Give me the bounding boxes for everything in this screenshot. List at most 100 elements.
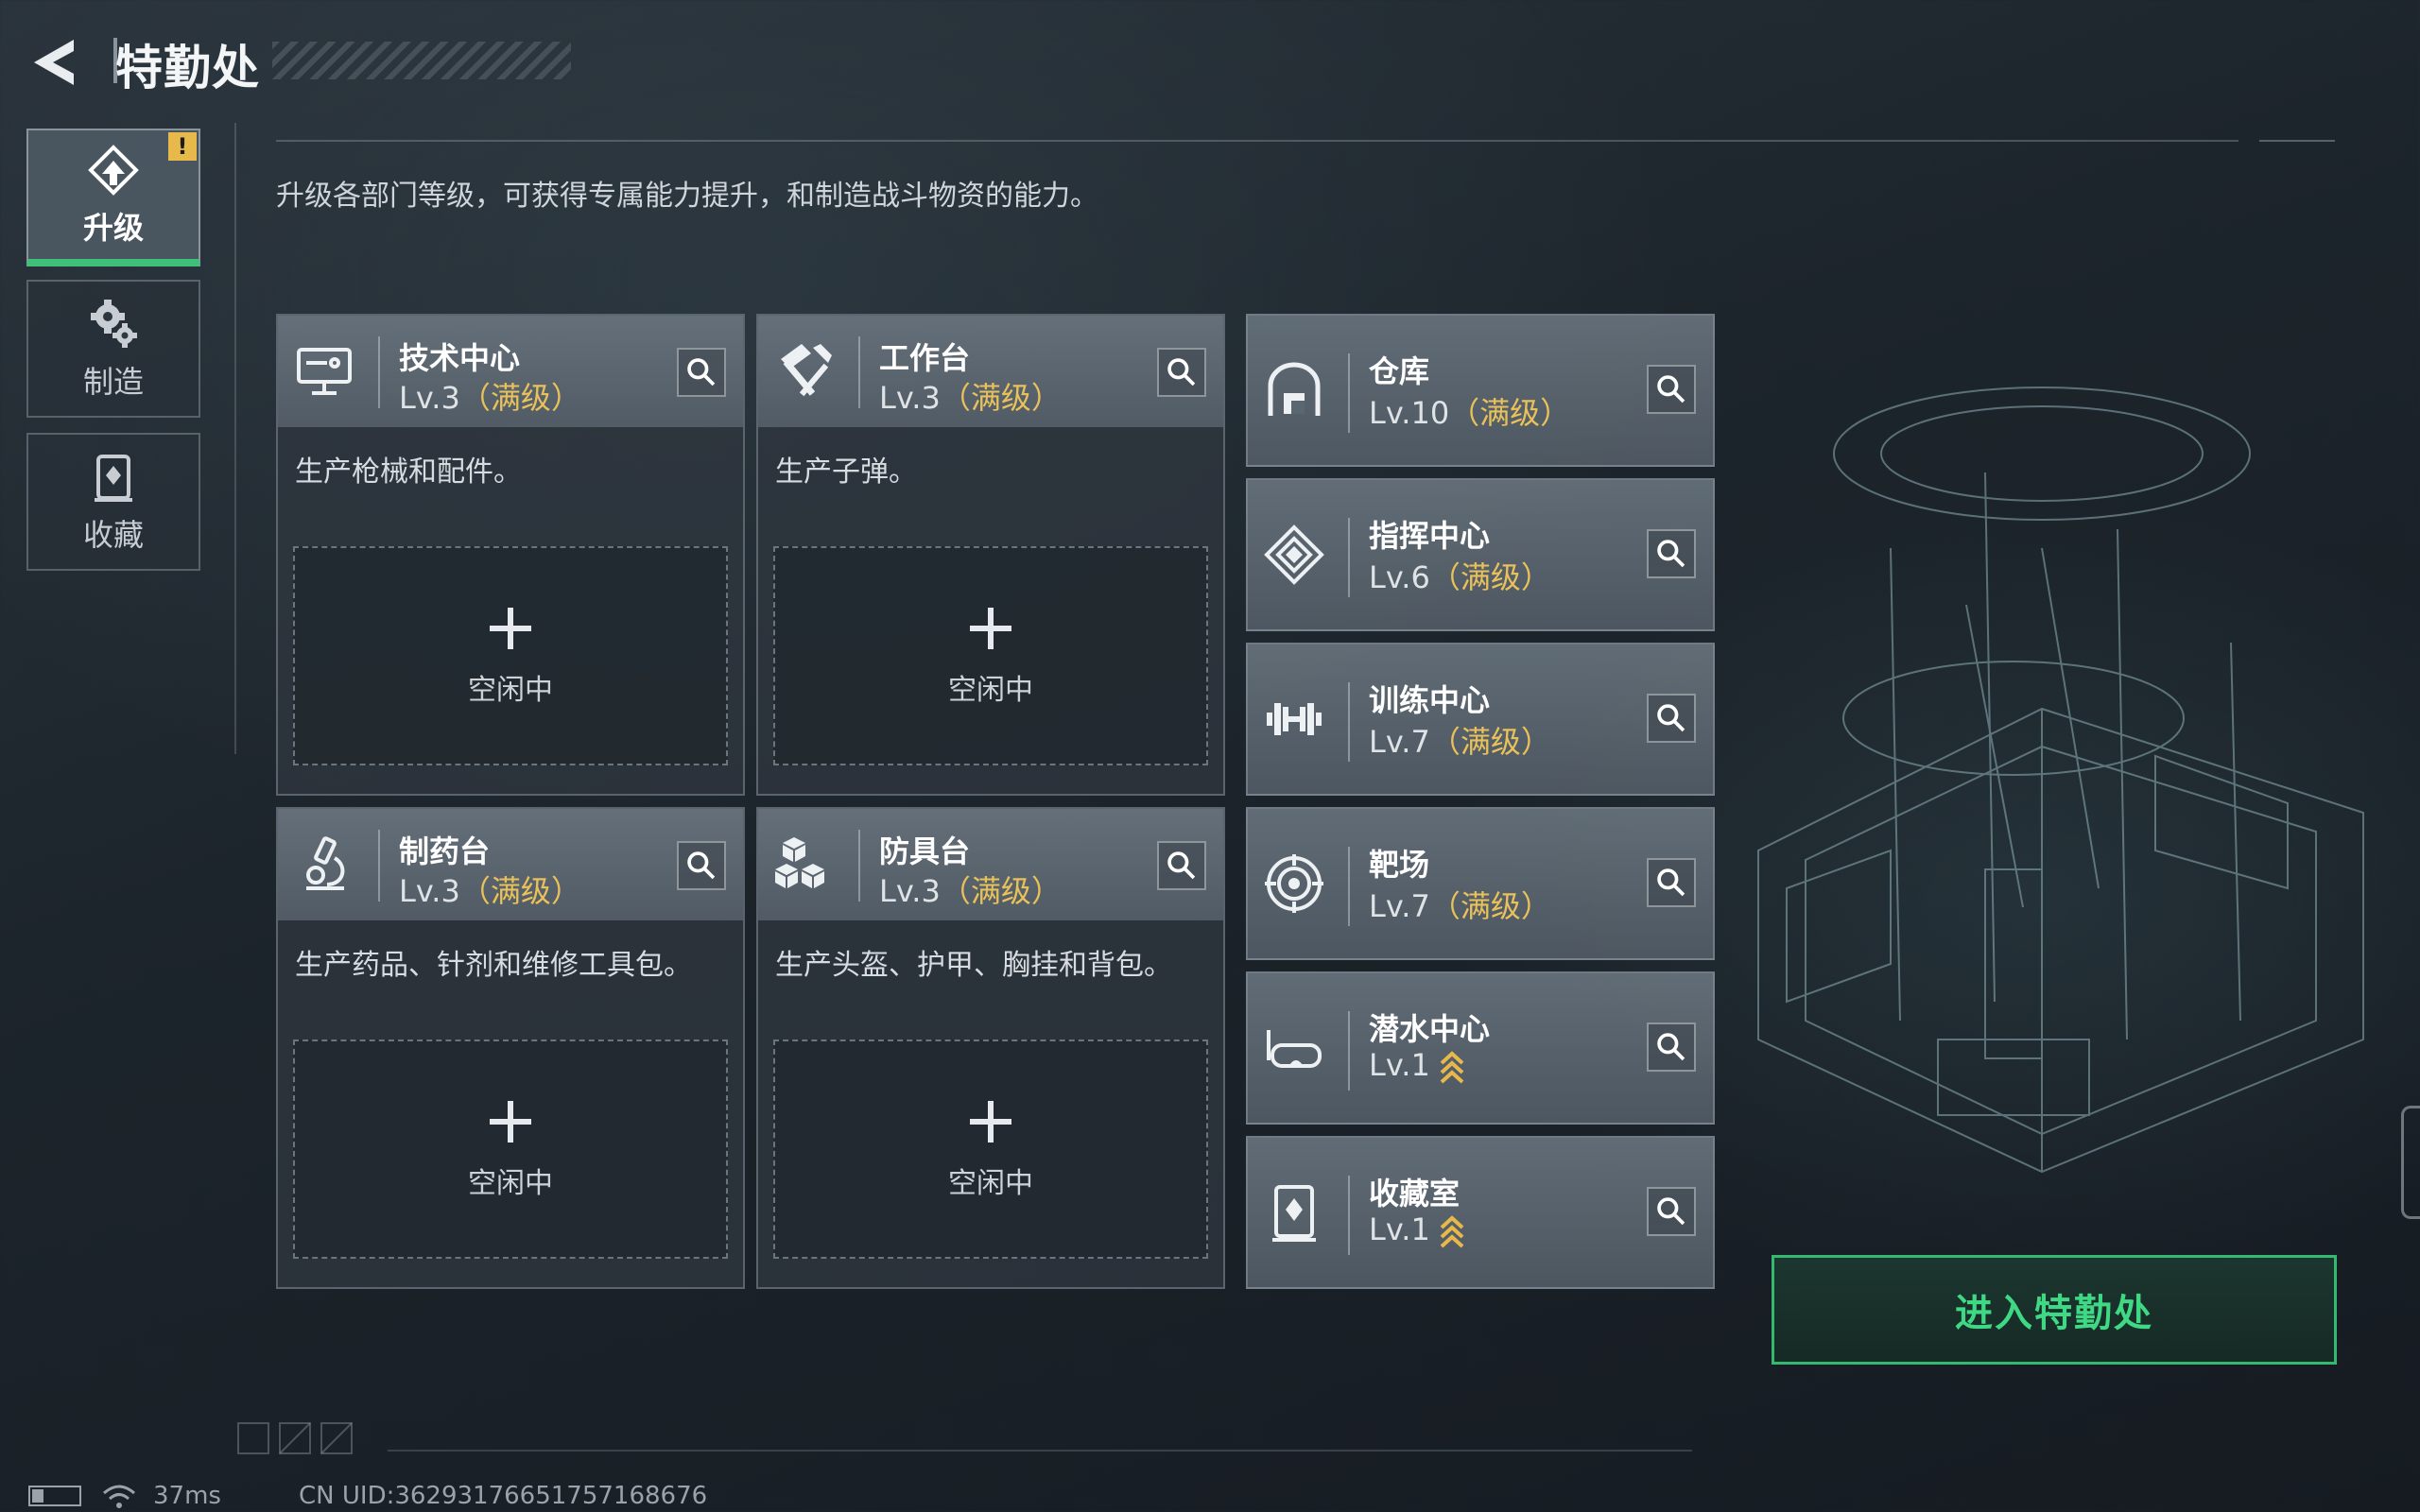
inspect-button[interactable]	[677, 348, 726, 397]
facility-warehouse[interactable]: 仓库 Lv.10（满级）	[1246, 314, 1715, 467]
card-divider	[858, 830, 860, 902]
plus-icon	[970, 1101, 1011, 1143]
card-header: 技术中心 Lv.3（满级）	[278, 316, 743, 427]
wifi-icon	[103, 1485, 135, 1508]
facility-collection-room[interactable]: 收藏室 Lv.1	[1246, 1136, 1715, 1289]
facility-shooting-range[interactable]: 靶场 Lv.7（满级）	[1246, 807, 1715, 960]
search-icon	[1657, 868, 1685, 897]
facility-name: 收藏室	[1369, 1176, 1461, 1211]
card-divider	[1348, 682, 1350, 762]
facility-training-center[interactable]: 训练中心 Lv.7（满级）	[1246, 643, 1715, 796]
inspect-button[interactable]	[1647, 365, 1696, 414]
workshop-name: 工作台	[879, 340, 971, 376]
card-divider	[378, 830, 380, 902]
page-description: 升级各部门等级，可获得专属能力提升，和制造战斗物资的能力。	[276, 180, 1098, 213]
footer-decoration	[237, 1422, 353, 1454]
status-bar: 37ms	[28, 1482, 221, 1510]
facility-name: 训练中心	[1369, 682, 1491, 718]
workshop-level: Lv.3（满级）	[879, 873, 1062, 909]
alert-badge: !	[168, 132, 197, 161]
search-icon	[1657, 375, 1685, 404]
facility-diving-center[interactable]: 潜水中心 Lv.1	[1246, 971, 1715, 1125]
nav-tab-craft-label: 制造	[82, 364, 144, 400]
workshop-card-tech-center: 技术中心 Lv.3（满级） 生产枪械和配件。 空闲中	[276, 314, 745, 796]
workshop-card-workbench: 工作台 Lv.3（满级） 生产子弹。 空闲中	[756, 314, 1225, 796]
battery-icon	[28, 1486, 81, 1506]
tech-center-icon	[297, 348, 352, 395]
side-drawer-handle[interactable]	[2401, 1106, 2420, 1219]
plus-icon	[490, 608, 531, 649]
collection-room-icon	[1272, 1185, 1316, 1242]
slot-status: 空闲中	[468, 1167, 553, 1200]
inspect-button[interactable]	[1157, 348, 1206, 397]
production-slot[interactable]: 空闲中	[293, 1040, 728, 1259]
page-title: 特勤处	[115, 41, 260, 95]
facility-level: Lv.10（满级）	[1369, 395, 1571, 431]
inspect-button[interactable]	[1157, 841, 1206, 890]
enter-button-label: 进入特勤处	[1955, 1292, 2153, 1335]
facility-name: 指挥中心	[1369, 518, 1491, 554]
workshop-description: 生产头盔、护甲、胸挂和背包。	[775, 949, 1172, 982]
workshop-description: 生产药品、针剂和维修工具包。	[295, 949, 692, 982]
upgrade-available-icon	[1440, 1051, 1464, 1084]
top-divider-accent	[2259, 140, 2335, 142]
workshop-level: Lv.3（满级）	[879, 380, 1062, 416]
facility-level: Lv.1	[1369, 1211, 1466, 1250]
warehouse-icon	[1268, 362, 1321, 416]
search-icon	[1657, 1197, 1685, 1226]
workshop-name: 防具台	[879, 833, 971, 869]
nav-tab-upgrade-label: 升级	[82, 210, 144, 246]
card-divider	[1348, 353, 1350, 433]
user-uid: CN UID:3629317665175716867​6	[299, 1482, 708, 1510]
slot-status: 空闲中	[948, 1167, 1033, 1200]
facility-command-center[interactable]: 指挥中心 Lv.6（满级）	[1246, 478, 1715, 631]
search-icon	[1657, 540, 1685, 568]
nav-tab-craft[interactable]: 制造	[26, 280, 200, 418]
microscope-icon	[306, 836, 345, 890]
slot-status: 空闲中	[468, 674, 553, 707]
max-level-tag: （满级）	[940, 380, 1062, 416]
inspect-button[interactable]	[1647, 694, 1696, 743]
facility-level: Lv.1	[1369, 1047, 1466, 1086]
card-header: 防具台 Lv.3（满级）	[758, 809, 1223, 920]
search-icon	[687, 358, 716, 387]
workshop-name: 制药台	[399, 833, 491, 869]
max-level-tag: （满级）	[1449, 395, 1571, 431]
card-divider	[1348, 1011, 1350, 1091]
inspect-button[interactable]	[1647, 1022, 1696, 1072]
nav-tab-upgrade[interactable]: 升级 !	[26, 129, 200, 266]
card-divider	[378, 336, 380, 408]
production-slot[interactable]: 空闲中	[773, 1040, 1208, 1259]
inspect-button[interactable]	[1647, 1187, 1696, 1236]
upgrade-available-icon	[1440, 1215, 1464, 1248]
inspect-button[interactable]	[1647, 529, 1696, 578]
production-slot[interactable]: 空闲中	[773, 546, 1208, 765]
nav-tab-collection[interactable]: 收藏	[26, 433, 200, 571]
gear-icon	[91, 300, 137, 348]
workshop-level: Lv.3（满级）	[399, 380, 581, 416]
search-icon	[687, 851, 716, 880]
back-arrow-icon[interactable]	[26, 34, 83, 91]
command-center-icon	[1264, 524, 1324, 585]
enter-special-ops-button[interactable]: 进入特勤处	[1772, 1255, 2337, 1365]
base-building-illustration	[1757, 387, 2364, 1174]
facility-name: 潜水中心	[1369, 1011, 1491, 1047]
max-level-tag: （满级）	[1429, 559, 1551, 595]
production-slot[interactable]: 空闲中	[293, 546, 728, 765]
plus-icon	[490, 1101, 531, 1143]
nav-tab-collection-label: 收藏	[82, 517, 144, 553]
max-level-tag: （满级）	[459, 873, 581, 909]
search-icon	[1657, 1033, 1685, 1061]
target-icon	[1265, 854, 1323, 913]
plus-icon	[970, 608, 1011, 649]
diving-mask-icon	[1267, 1030, 1322, 1068]
hammer-icon	[781, 344, 832, 397]
inspect-button[interactable]	[1647, 858, 1696, 907]
facility-name: 靶场	[1369, 847, 1430, 883]
dumbbell-icon	[1267, 703, 1322, 735]
collection-icon	[95, 455, 132, 502]
workshop-name: 技术中心	[399, 340, 521, 376]
workshop-description: 生产枪械和配件。	[295, 455, 522, 489]
inspect-button[interactable]	[677, 841, 726, 890]
max-level-tag: （满级）	[1429, 724, 1551, 760]
